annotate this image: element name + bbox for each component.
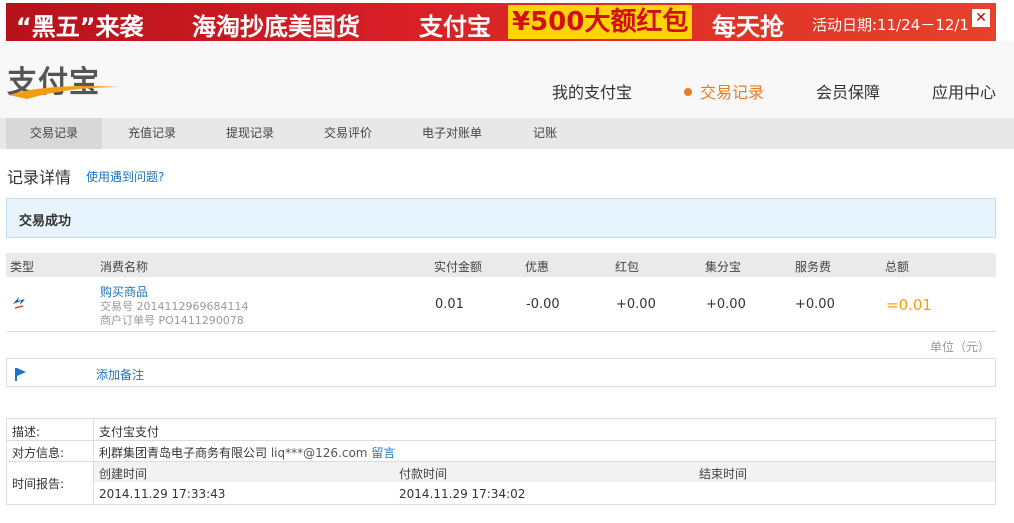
table-header: 类型 消费名称 实付金额 优惠 红包 集分宝 服务费 总额: [6, 253, 996, 277]
col-fee: 服务费: [795, 260, 832, 274]
col-paid: 实付金额: [434, 260, 483, 274]
col-type: 类型: [10, 260, 35, 274]
nav-label: 会员保障: [815, 83, 880, 102]
desc-value: 支付宝支付: [99, 425, 160, 439]
nav-app-center[interactable]: 应用中心: [932, 79, 996, 103]
desc-label: 描述:: [12, 425, 41, 439]
memo-bar: 添加备注: [6, 358, 996, 387]
banner-brand: 支付宝: [419, 13, 491, 41]
tab-transactions[interactable]: 交易记录: [6, 118, 102, 149]
detail-table: 描述: 支付宝支付 对方信息: 利群集团青岛电子商务有限公司 liq***@12…: [6, 418, 996, 505]
discount-amount: -0.00: [526, 297, 560, 312]
flag-icon: [15, 368, 26, 381]
paid-time: 2014.11.29 17:34:02: [399, 487, 526, 501]
points-amount: +0.00: [706, 297, 746, 312]
status-text: 交易成功: [19, 214, 72, 229]
col-total: 总额: [885, 260, 910, 274]
tab-withdraw[interactable]: 提现记录: [202, 118, 298, 149]
table-row: 购买商品 交易号 2014112969684114 商户订单号 PO141129…: [6, 277, 996, 332]
divider: [7, 440, 995, 441]
total-amount: =0.01: [886, 296, 932, 314]
nav-member-protection[interactable]: 会员保障: [816, 79, 880, 103]
tab-recharge[interactable]: 充值记录: [104, 118, 200, 149]
close-icon[interactable]: ✕: [972, 9, 990, 27]
status-box: 交易成功: [6, 198, 996, 238]
logo-swoosh-icon: [9, 86, 121, 99]
col-name: 消费名称: [100, 260, 149, 274]
page-title: 记录详情: [7, 168, 72, 187]
created-time: 2014.11.29 17:33:43: [99, 487, 226, 501]
created-time-header: 创建时间: [99, 467, 148, 481]
party-name: 利群集团青岛电子商务有限公司: [99, 446, 268, 460]
sub-nav: 交易记录 充值记录 提现记录 交易评价 电子对账单 记账: [0, 118, 1014, 149]
banner-headline: “黑五”来袭: [16, 13, 144, 41]
nav-label: 我的支付宝: [551, 83, 632, 102]
paid-amount: 0.01: [435, 297, 464, 312]
banner-amount: ¥500大额红包: [508, 5, 693, 39]
red-packet-amount: +0.00: [616, 297, 656, 312]
nav-my-alipay[interactable]: 我的支付宝: [552, 79, 632, 103]
col-red-packet: 红包: [615, 260, 640, 274]
promo-banner[interactable]: “黑五”来袭 海淘抄底美国货 支付宝 ¥500大额红包 每天抢 活动日期:11/…: [6, 3, 996, 41]
add-memo-link[interactable]: 添加备注: [96, 366, 144, 383]
paid-time-header: 付款时间: [399, 467, 448, 481]
banner-slogan: 海淘抄底美国货: [192, 13, 360, 41]
help-link[interactable]: 使用遇到问题?: [86, 168, 164, 185]
banner-daily: 每天抢: [712, 13, 784, 41]
order-number: 商户订单号 PO1411290078: [100, 314, 244, 327]
tab-reviews[interactable]: 交易评价: [300, 118, 396, 149]
end-time-header: 结束时间: [699, 467, 748, 481]
col-discount: 优惠: [525, 260, 550, 274]
col-points: 集分宝: [705, 260, 742, 274]
time-header-row: [94, 462, 995, 482]
nav-label: 交易记录: [699, 83, 764, 102]
party-email: liq***@126.com: [270, 446, 368, 460]
party-info: 利群集团青岛电子商务有限公司 liq***@126.com 留言: [99, 444, 395, 461]
tab-statement[interactable]: 电子对账单: [404, 118, 500, 149]
site-header: 支付宝 我的支付宝 交易记录 会员保障 应用中心: [0, 41, 1014, 132]
active-dot-icon: [683, 87, 692, 96]
transfer-icon: [13, 297, 25, 309]
banner-date: 活动日期:11/24－12/1: [812, 16, 969, 34]
nav-transactions[interactable]: 交易记录: [683, 79, 764, 132]
tab-bookkeeping[interactable]: 记账: [510, 118, 580, 149]
nav-label: 应用中心: [931, 83, 996, 102]
party-label: 对方信息:: [12, 446, 65, 460]
message-link[interactable]: 留言: [371, 446, 395, 460]
fee-amount: +0.00: [795, 297, 835, 312]
unit-note: 单位（元）: [930, 340, 991, 354]
alipay-logo[interactable]: 支付宝: [7, 57, 123, 103]
main-nav: 我的支付宝 交易记录 会员保障 应用中心: [500, 79, 996, 132]
time-label: 时间报告:: [12, 477, 65, 491]
